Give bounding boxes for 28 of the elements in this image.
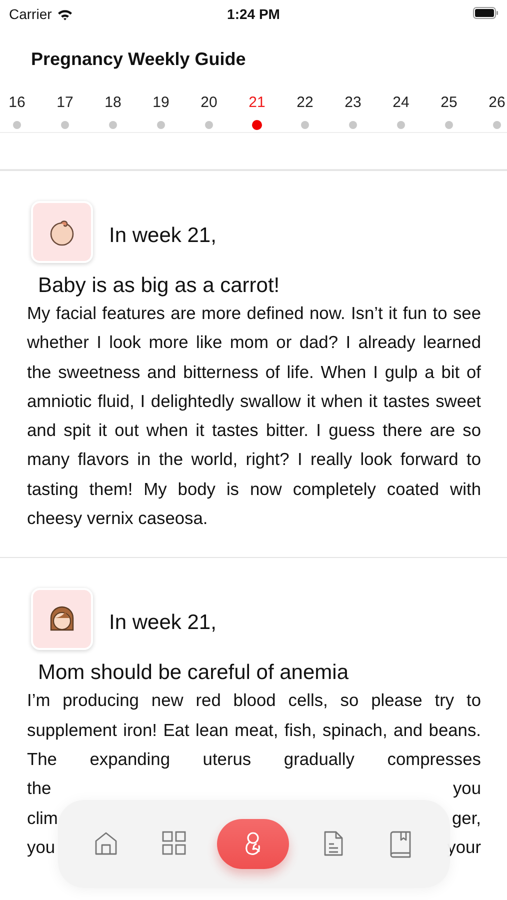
text-fragment: the <box>27 777 52 800</box>
tab-button[interactable] <box>217 819 289 869</box>
text-fragment: clim <box>27 806 58 830</box>
week-number[interactable]: 19 <box>152 94 170 112</box>
body-text: My facial features are more defined now. Isn’t it fun to see whether I look more like mom or dad? I already learned the sweetness and bitterness of life. When I gulp a bit of amniotic fluid, I delightedly swallow it when it tastes sweet and spit it out when it tastes bitter. I guess there are so many flavors in the world, right? I really look forward to tasting them! My body is now completely coated with cheesy vernix caseosa. <box>27 302 481 530</box>
week-number[interactable]: 18 <box>104 94 122 112</box>
week-number[interactable]: 21 <box>248 94 266 112</box>
page-title: Pregnancy Weekly Guide <box>31 49 246 70</box>
week-number[interactable]: 16 <box>8 94 26 112</box>
section-heading: Baby is as big as a carrot! <box>38 273 281 299</box>
text-fragment: you <box>452 777 481 800</box>
week-number[interactable]: 20 <box>200 94 218 112</box>
wifi-icon <box>56 8 73 20</box>
week-number[interactable]: 25 <box>440 94 458 112</box>
week-number[interactable]: 22 <box>296 94 314 112</box>
week-number[interactable]: 24 <box>392 94 410 112</box>
week-number[interactable]: 17 <box>56 94 74 112</box>
battery-icon <box>473 7 498 19</box>
text-fragment: you <box>27 836 56 859</box>
week-number[interactable]: 23 <box>344 94 362 112</box>
text-fragment: your <box>447 836 481 859</box>
carrier-label: Carrier <box>9 6 52 22</box>
section-heading: Mom should be careful of anemia <box>38 660 350 686</box>
clock-time: 1:24 PM <box>227 6 280 22</box>
text-fragment: ger, <box>452 806 481 830</box>
week-number[interactable]: 26 <box>488 94 506 112</box>
week-intro: In week 21, <box>109 224 216 248</box>
week-intro: In week 21, <box>109 611 216 636</box>
